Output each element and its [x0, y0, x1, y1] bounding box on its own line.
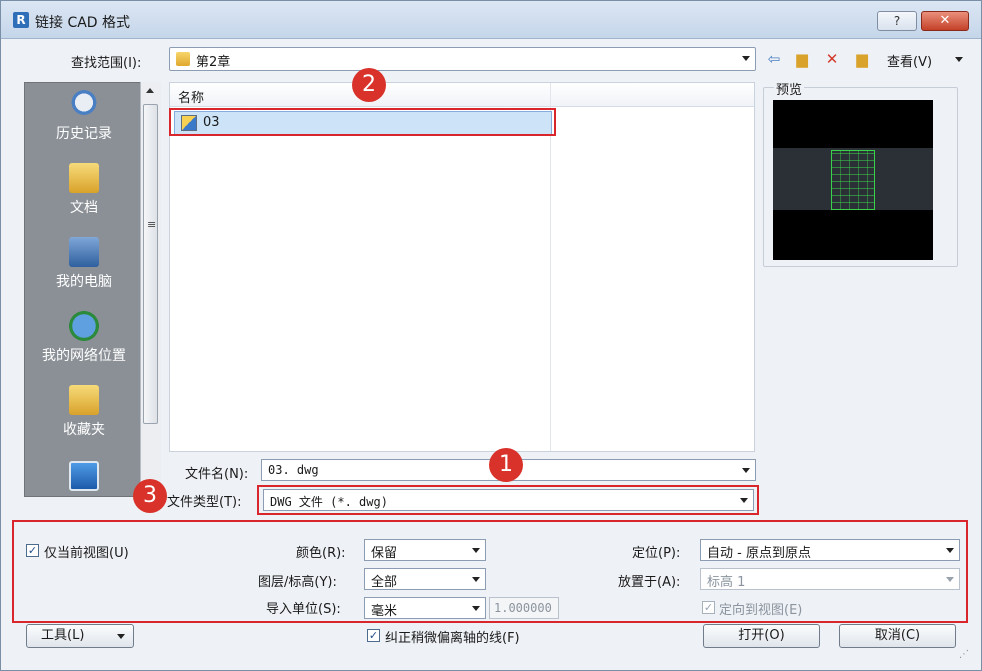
color-value: 保留	[371, 546, 398, 561]
layers-value: 全部	[371, 575, 398, 590]
resize-grip-icon[interactable]: ⋰	[959, 649, 969, 660]
chevron-down-icon	[740, 498, 748, 503]
column-name: 名称	[178, 91, 205, 106]
documents-icon	[69, 163, 99, 193]
place-label: 我的网络位置	[42, 348, 126, 364]
correct-lines-checkbox[interactable]: ✓	[367, 629, 380, 642]
title-bar[interactable]: R 链接 CAD 格式 ? ✕	[1, 1, 981, 39]
orient-to-view-label: 定向到视图(E)	[719, 603, 803, 618]
scroll-up-icon[interactable]	[146, 88, 154, 93]
scroll-thumb[interactable]	[143, 104, 158, 424]
tools-label: 工具(L)	[41, 628, 85, 643]
marker-1: 1	[489, 448, 523, 482]
lookin-value: 第2章	[196, 55, 231, 70]
filetype-dropdown[interactable]: DWG 文件 (*. dwg)	[263, 489, 754, 511]
positioning-label: 定位(P):	[632, 546, 681, 561]
desktop-icon	[69, 461, 99, 491]
place-history[interactable]: 历史记录	[25, 89, 143, 143]
revit-app-icon: R	[13, 12, 29, 28]
marker-3: 3	[133, 479, 167, 513]
import-options-panel: ✓ 仅当前视图(U) 颜色(R): 保留 图层/标高(Y): 全部 导入单位(S…	[12, 520, 968, 623]
favorites-icon	[69, 385, 99, 415]
cancel-button[interactable]: 取消(C)	[839, 624, 956, 648]
units-dropdown[interactable]: 毫米	[364, 597, 486, 619]
chevron-down-icon[interactable]	[955, 57, 963, 62]
folder-icon	[176, 52, 190, 66]
preview-label: 预览	[774, 79, 805, 98]
place-at-value: 标高 1	[707, 575, 746, 590]
correct-lines-label[interactable]: 纠正稍微偏离轴的线(F)	[385, 627, 520, 646]
dwg-file-icon	[181, 115, 197, 131]
preview-image	[773, 100, 933, 260]
file-list[interactable]: 名称 03	[169, 82, 755, 452]
tools-button[interactable]: 工具(L)	[26, 624, 134, 648]
place-label: 收藏夹	[63, 422, 105, 438]
place-label: 历史记录	[56, 126, 112, 142]
column-header[interactable]: 名称	[170, 83, 754, 107]
chevron-down-icon[interactable]	[742, 468, 750, 473]
chevron-down-icon	[117, 634, 125, 639]
list-item[interactable]: 03	[174, 111, 552, 135]
current-view-only-label[interactable]: 仅当前视图(U)	[44, 542, 129, 561]
place-at-dropdown: 标高 1	[700, 568, 960, 590]
chevron-down-icon	[742, 56, 750, 61]
back-icon[interactable]: ⇦	[765, 51, 783, 67]
color-label: 颜色(R):	[296, 546, 346, 561]
delete-icon[interactable]: ✕	[823, 51, 841, 67]
filename-value: 03. dwg	[268, 463, 319, 477]
chevron-down-icon	[946, 577, 954, 582]
view-menu[interactable]: 查看(V)	[887, 51, 932, 70]
color-dropdown[interactable]: 保留	[364, 539, 486, 561]
help-button[interactable]: ?	[877, 11, 917, 31]
link-cad-dialog: R 链接 CAD 格式 ? ✕ 查找范围(I): 第2章 ⇦ ▆ ✕ ▆ 查看(…	[0, 0, 982, 671]
chevron-down-icon	[472, 548, 480, 553]
floor-plan-thumbnail	[831, 150, 875, 210]
orient-to-view-checkbox: ✓	[702, 601, 715, 614]
units-value: 毫米	[371, 604, 398, 619]
place-network[interactable]: 我的网络位置	[25, 311, 143, 365]
open-button[interactable]: 打开(O)	[703, 624, 820, 648]
places-scrollbar[interactable]: ≡	[140, 82, 161, 497]
place-documents[interactable]: 文档	[25, 163, 143, 217]
filetype-value: DWG 文件 (*. dwg)	[270, 495, 388, 509]
lookin-label: 查找范围(I):	[71, 56, 142, 71]
place-favorites[interactable]: 收藏夹	[25, 385, 143, 439]
chevron-down-icon	[472, 606, 480, 611]
new-folder-icon[interactable]: ▆	[853, 51, 871, 67]
up-folder-icon[interactable]: ▆	[793, 51, 811, 67]
layers-label: 图层/标高(Y):	[258, 575, 337, 590]
positioning-value: 自动 - 原点到原点	[707, 546, 811, 561]
grip-icon: ≡	[147, 218, 157, 231]
column-divider	[550, 83, 551, 451]
place-label: 文档	[70, 200, 98, 216]
units-factor-field: 1.000000	[489, 597, 559, 619]
current-view-only-checkbox[interactable]: ✓	[26, 544, 39, 557]
positioning-dropdown[interactable]: 自动 - 原点到原点	[700, 539, 960, 561]
file-name: 03	[203, 115, 220, 130]
place-my-computer[interactable]: 我的电脑	[25, 237, 143, 291]
layers-dropdown[interactable]: 全部	[364, 568, 486, 590]
place-desktop[interactable]	[25, 461, 143, 495]
chevron-down-icon	[946, 548, 954, 553]
place-at-label: 放置于(A):	[618, 575, 681, 590]
units-label: 导入单位(S):	[266, 602, 341, 617]
filename-label: 文件名(N):	[185, 467, 249, 482]
filetype-label: 文件类型(T):	[167, 495, 242, 510]
my-computer-icon	[69, 237, 99, 267]
place-label: 我的电脑	[56, 274, 112, 290]
chevron-down-icon	[472, 577, 480, 582]
network-icon	[69, 311, 99, 341]
history-icon	[69, 89, 99, 119]
close-button[interactable]: ✕	[921, 11, 969, 31]
lookin-dropdown[interactable]: 第2章	[169, 47, 756, 71]
dialog-title: 链接 CAD 格式	[35, 15, 131, 31]
marker-2: 2	[352, 68, 386, 102]
